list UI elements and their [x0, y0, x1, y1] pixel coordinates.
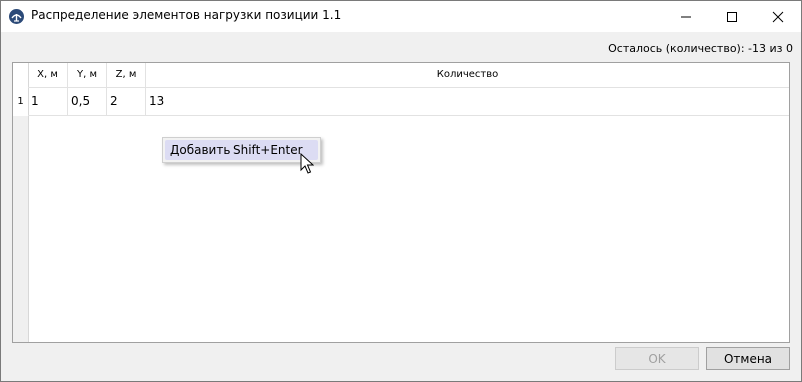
- app-logo-icon: [9, 9, 24, 24]
- dialog-window: Распределение элементов нагрузки позиции…: [0, 0, 802, 382]
- context-menu-item-shortcut: Shift+Enter: [233, 143, 303, 157]
- column-header-quantity[interactable]: Количество: [146, 63, 789, 87]
- remaining-count-label: Осталось (количество): -13 из 0: [608, 42, 793, 55]
- ok-button[interactable]: OK: [615, 347, 699, 370]
- close-icon: [772, 11, 784, 23]
- context-menu-item-add[interactable]: Добавить Shift+Enter: [165, 140, 318, 160]
- maximize-button[interactable]: [709, 1, 755, 32]
- mouse-cursor-icon: [300, 152, 315, 178]
- distribution-grid[interactable]: X, м Y, м Z, м Количество 1 1 0,5 2 13: [12, 62, 790, 343]
- column-header-z[interactable]: Z, м: [107, 63, 146, 87]
- cell-x[interactable]: 1: [28, 88, 68, 115]
- cancel-button[interactable]: Отмена: [706, 347, 790, 370]
- column-header-x[interactable]: X, м: [28, 63, 68, 87]
- minimize-button[interactable]: [663, 1, 709, 32]
- close-button[interactable]: [755, 1, 801, 32]
- maximize-icon: [727, 12, 737, 22]
- column-header-y[interactable]: Y, м: [68, 63, 107, 87]
- context-menu-item-label: Добавить: [170, 143, 231, 157]
- cell-z[interactable]: 2: [107, 88, 146, 115]
- cell-quantity[interactable]: 13: [146, 88, 789, 115]
- cell-y[interactable]: 0,5: [68, 88, 107, 115]
- window-title: Распределение элементов нагрузки позиции…: [31, 8, 342, 22]
- context-menu: Добавить Shift+Enter: [162, 137, 321, 163]
- row-number[interactable]: 1: [13, 88, 28, 115]
- title-bar[interactable]: Распределение элементов нагрузки позиции…: [1, 1, 801, 32]
- table-row[interactable]: 1 0,5 2 13: [28, 88, 789, 116]
- table-header-row: X, м Y, м Z, м Количество: [28, 63, 789, 88]
- minimize-icon: [681, 16, 691, 18]
